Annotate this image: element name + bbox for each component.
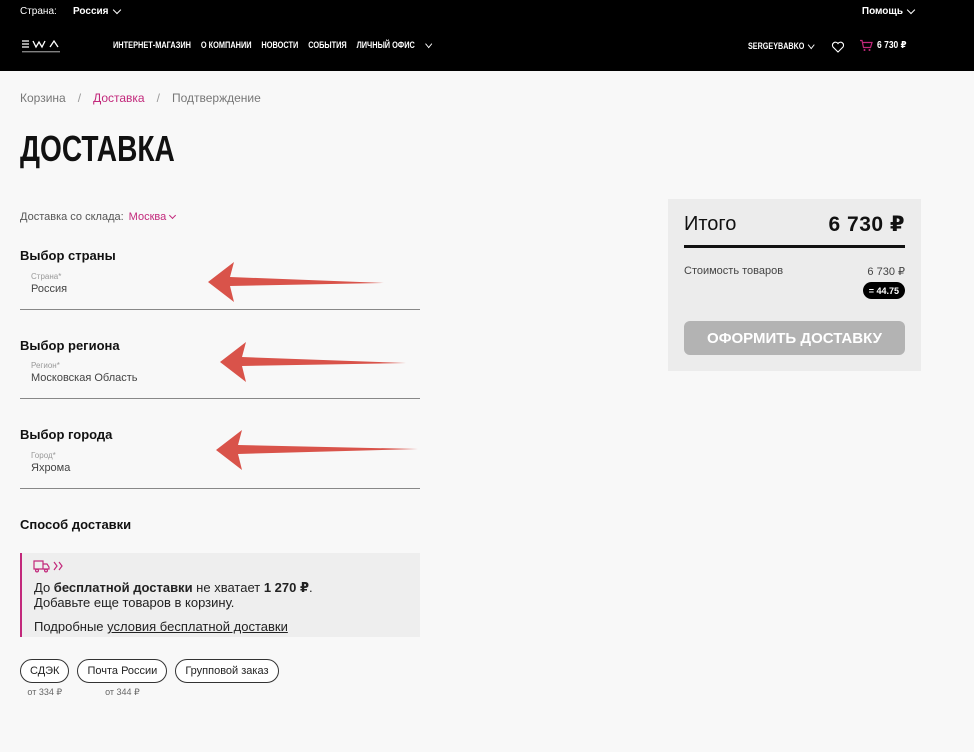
order-summary: Итого 6 730 ₽ Стоимость товаров 6 730 ₽ … [668, 199, 921, 371]
country-label: Страна: [20, 6, 57, 17]
points-badge: = 44.75 [862, 282, 905, 299]
delivery-option-label: СДЭК [30, 665, 60, 677]
header-utility-row: Страна: Россия Помощь [20, 5, 916, 20]
country-field-label: Страна* [31, 272, 62, 281]
notice-bold-amount: 1 270 ₽ [263, 580, 310, 595]
nav-item-office[interactable]: ЛИЧНЫЙ ОФИС [356, 39, 441, 50]
nav-item-events[interactable]: СОБЫТИЯ [308, 40, 347, 50]
chevron-down-icon [112, 5, 121, 15]
city-field-label: Город* [31, 451, 56, 460]
breadcrumb-confirmation: Подтверждение [171, 91, 261, 105]
arrow-annotation-icon [216, 430, 418, 470]
notice-text: . [309, 580, 313, 595]
delivery-option-label: Групповой заказ [185, 665, 269, 677]
nav-item-shop[interactable]: ИНТЕРНЕТ-МАГАЗИН [113, 40, 191, 50]
page-title: ДОСТАВКА [20, 128, 175, 169]
region-field-label: Регион* [31, 361, 60, 370]
notice-text: не хватает [192, 580, 264, 595]
breadcrumb: Корзина / Доставка / Подтверждение [20, 91, 261, 105]
checkout-delivery-button[interactable]: ОФОРМИТЬ ДОСТАВКУ [684, 321, 905, 355]
total-value: 6 730 ₽ [828, 213, 905, 236]
breadcrumb-separator: / [77, 91, 82, 105]
notice-bold-free: бесплатной доставки [53, 580, 193, 595]
chevron-down-icon [807, 40, 815, 49]
nav-item-office-label: ЛИЧНЫЙ ОФИС [356, 40, 415, 50]
warehouse-label: Доставка со склада: [20, 211, 124, 223]
free-delivery-notice: До бесплатной доставки не хватает 1 270 … [20, 553, 420, 637]
username: SERGEYBABKO [748, 41, 805, 51]
country-heading: Выбор страны [20, 248, 116, 263]
notice-line-1: До бесплатной доставки не хватает 1 270 … [34, 580, 313, 596]
delivery-option-label: Почта России [87, 665, 158, 677]
top-header: Страна: Россия Помощь ИНТЕРНЕТ-МАГАЗИН О… [0, 0, 974, 71]
country-selector[interactable]: Россия [73, 5, 121, 17]
main-nav: ИНТЕРНЕТ-МАГАЗИН О КОМПАНИИ НОВОСТИ СОБЫ… [113, 39, 451, 50]
delivery-option-cdek[interactable]: СДЭК от 334 ₽ [20, 659, 70, 697]
delivery-options: СДЭК от 334 ₽ Почта России от 344 ₽ Груп… [20, 659, 279, 697]
breadcrumb-separator: / [156, 91, 160, 105]
delivery-method-heading: Способ доставки [20, 517, 132, 532]
nav-item-about[interactable]: О КОМПАНИИ [201, 40, 252, 50]
goods-cost-value: 6 730 ₽ [867, 266, 905, 278]
delivery-option-price: от 334 ₽ [27, 687, 63, 697]
delivery-truck-icon [33, 560, 63, 573]
notice-line-2: Добавьте еще товаров в корзину. [34, 595, 235, 610]
delivery-option-price: от 344 ₽ [105, 687, 140, 697]
chevron-down-icon [425, 39, 433, 48]
brand-logo[interactable] [20, 38, 66, 56]
notice-text: До [34, 580, 54, 595]
heart-icon[interactable] [831, 40, 845, 54]
help-label: Помощь [861, 6, 903, 17]
warehouse-selector-row: Доставка со склада: Москва [20, 211, 177, 223]
chevron-down-icon [906, 5, 916, 15]
cart-icon [860, 39, 873, 51]
country-field-value: Россия [31, 283, 68, 295]
city-heading: Выбор города [20, 427, 113, 442]
arrow-annotation-icon [208, 262, 384, 302]
region-field-value: Московская Область [31, 372, 138, 384]
warehouse-city-dropdown[interactable]: Москва [128, 211, 177, 223]
region-heading: Выбор региона [20, 338, 120, 353]
goods-cost-label: Стоимость товаров [684, 265, 784, 277]
notice-text: Подробные [34, 619, 108, 634]
help-menu[interactable]: Помощь [861, 5, 916, 17]
nav-item-news[interactable]: НОВОСТИ [261, 40, 298, 50]
breadcrumb-cart[interactable]: Корзина [20, 91, 66, 105]
delivery-option-group-order[interactable]: Групповой заказ [175, 659, 279, 683]
warehouse-city: Москва [128, 211, 167, 223]
breadcrumb-delivery[interactable]: Доставка [93, 91, 145, 105]
ewa-logo-icon [22, 39, 60, 53]
city-field-value: Яхрома [31, 462, 71, 474]
notice-line-3: Подробные условия бесплатной доставки [34, 619, 288, 634]
user-menu[interactable]: SERGEYBABKO [748, 40, 815, 51]
total-label: Итого [684, 213, 737, 235]
summary-divider [684, 245, 905, 248]
delivery-option-russian-post[interactable]: Почта России от 344 ₽ [77, 659, 168, 697]
country-selector-value: Россия [73, 6, 109, 17]
cart-button[interactable]: 6 730 ₽ [859, 39, 912, 52]
chevron-down-icon [169, 211, 177, 220]
free-delivery-terms-link[interactable]: условия бесплатной доставки [107, 619, 288, 634]
cart-total: 6 730 ₽ [877, 40, 907, 51]
arrow-annotation-icon [220, 342, 406, 382]
